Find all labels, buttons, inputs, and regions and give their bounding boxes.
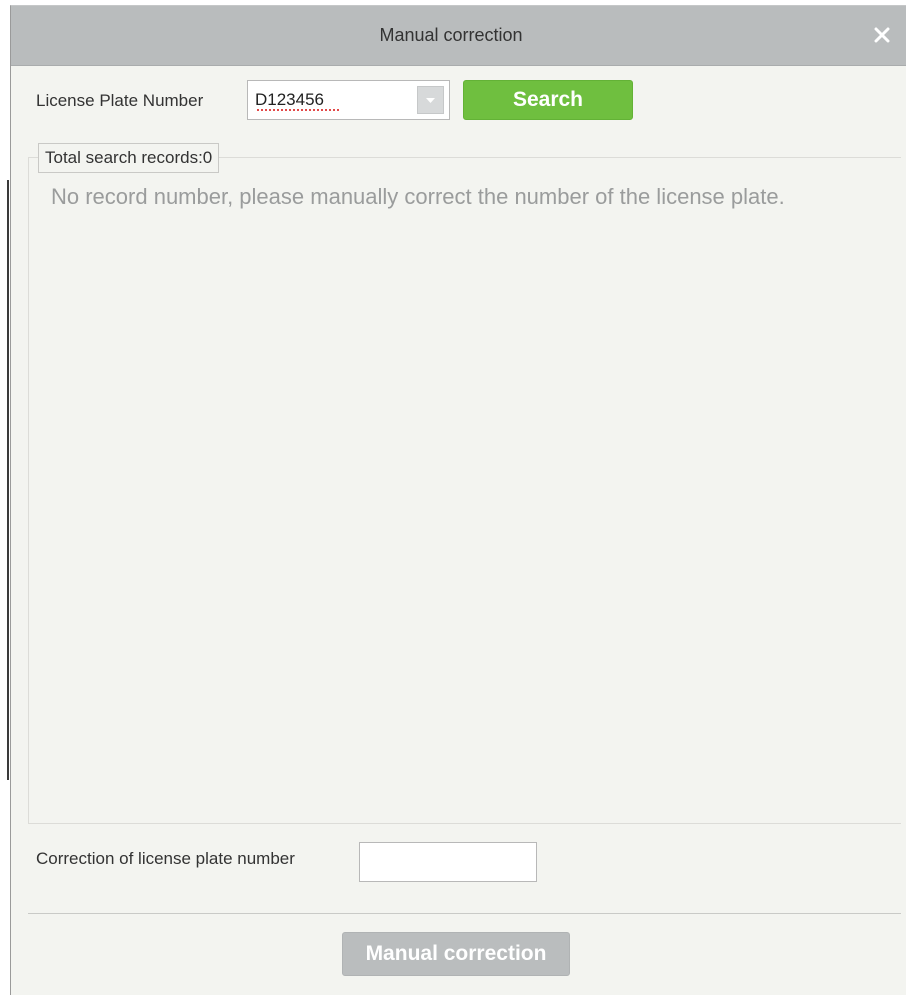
search-button[interactable]: Search [463, 80, 633, 120]
manual-correction-dialog: Manual correction License Plate Number S… [10, 5, 906, 995]
correction-input[interactable] [359, 842, 537, 882]
dialog-titlebar[interactable]: Manual correction [11, 6, 906, 66]
manual-correction-button[interactable]: Manual correction [342, 932, 570, 976]
license-plate-dropdown-button[interactable] [417, 86, 444, 114]
license-plate-combobox[interactable] [247, 80, 450, 120]
dialog-title: Manual correction [379, 25, 523, 45]
license-plate-label: License Plate Number [36, 91, 204, 110]
window-edge [7, 180, 9, 780]
license-plate-input[interactable] [248, 81, 408, 119]
search-records-count: Total search records:0 [38, 143, 220, 173]
spellcheck-underline [256, 109, 340, 112]
close-icon[interactable] [869, 22, 895, 48]
correction-label: Correction of license plate number [36, 849, 295, 868]
search-results-panel [28, 157, 901, 824]
empty-results-message: No record number, please manually correc… [51, 184, 785, 209]
footer-divider [28, 913, 901, 914]
chevron-down-icon [426, 98, 435, 103]
